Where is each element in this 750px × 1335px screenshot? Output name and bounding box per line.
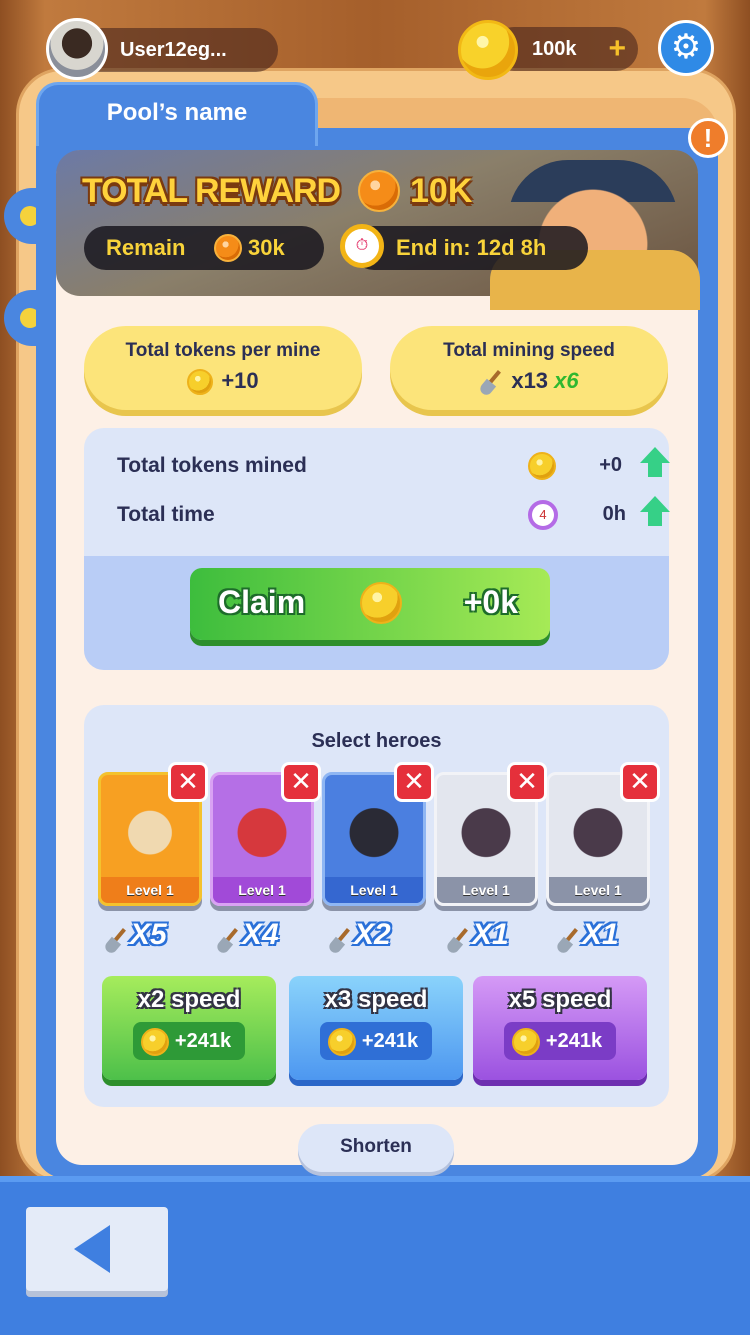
hero-multiplier: X1 [556, 918, 619, 953]
shovel-icon [328, 927, 354, 953]
tokens-mined-value: +0 [599, 454, 622, 476]
hero-level: Level 1 [437, 877, 535, 903]
claim-value: +0k [463, 584, 518, 620]
multiplier-value: X1 [472, 918, 509, 951]
claim-label: Claim [218, 584, 306, 620]
multiplier-value: X2 [354, 918, 391, 951]
shovel-icon [216, 927, 242, 953]
boost-label: x2 speed [137, 986, 241, 1013]
back-button[interactable] [26, 1207, 168, 1291]
multiplier-value: X5 [130, 918, 167, 951]
tokens-per-mine-label: Total tokens per mine [125, 340, 321, 361]
remove-hero-button[interactable]: ✕ [507, 762, 547, 802]
boost-x3-button[interactable]: x3 speed +241k [289, 976, 463, 1080]
hero-multiplier: X1 [446, 918, 509, 953]
shovel-icon [556, 927, 582, 953]
remove-hero-button[interactable]: ✕ [394, 762, 434, 802]
hero-multiplier: X4 [216, 918, 279, 953]
total-reward-value: 10K [410, 172, 473, 210]
shovel-icon [479, 369, 505, 395]
gold-coin-icon [187, 369, 214, 396]
hero-level: Level 1 [325, 877, 423, 903]
total-time-value: 0h [602, 503, 626, 525]
gold-coin-icon [360, 582, 402, 624]
orange-coin-icon [358, 170, 400, 212]
end-time-label: End in: 12d 8h [396, 235, 547, 260]
remain-label: Remain [106, 235, 186, 260]
arrow-up-icon [640, 496, 670, 526]
back-arrow-icon [74, 1225, 110, 1273]
tokens-per-mine-value: +10 [221, 368, 259, 393]
boost-x2-button[interactable]: x2 speed +241k [102, 976, 276, 1080]
add-coins-button[interactable]: + [608, 27, 626, 71]
balance-amount: 100k [532, 38, 577, 60]
pool-name-tab[interactable]: Pool’s name [36, 82, 318, 146]
tokens-mined-label: Total tokens mined [117, 454, 307, 477]
gold-coin-icon [511, 1027, 540, 1056]
tokens-per-mine-card: Total tokens per mine +10 [84, 326, 362, 410]
gold-coin-icon [327, 1027, 356, 1056]
boost-label: x3 speed [324, 986, 428, 1013]
gear-icon: ⚙ [670, 28, 702, 66]
total-reward-title: TOTAL REWARD [82, 172, 341, 210]
hero-multiplier: X2 [328, 918, 391, 953]
hero-level: Level 1 [101, 877, 199, 903]
shorten-button[interactable]: Shorten [298, 1124, 454, 1172]
avatar[interactable] [46, 18, 108, 80]
remove-hero-button[interactable]: ✕ [620, 762, 660, 802]
mining-speed-value: x13 [511, 368, 549, 393]
total-time-label: Total time [117, 503, 215, 526]
multiplier-value: X1 [582, 918, 619, 951]
hero-level: Level 1 [213, 877, 311, 903]
shovel-icon [446, 927, 472, 953]
claim-button[interactable]: Claim +0k [190, 568, 550, 640]
boost-cost: +241k [545, 1030, 603, 1052]
boost-label: x5 speed [508, 986, 612, 1013]
remove-hero-button[interactable]: ✕ [168, 762, 208, 802]
end-time-pill: End in: 12d 8h [352, 226, 588, 270]
hero-level: Level 1 [549, 877, 647, 903]
shovel-icon [104, 927, 130, 953]
orange-coin-icon [214, 234, 242, 262]
multiplier-value: X4 [242, 918, 279, 951]
settings-button[interactable]: ⚙ [658, 20, 714, 76]
boost-cost: +241k [361, 1030, 419, 1052]
remain-value: 30k [248, 235, 285, 260]
mining-speed-card: Total mining speed x13 x6 [390, 326, 668, 410]
warning-icon[interactable]: ! [688, 118, 728, 158]
remove-hero-button[interactable]: ✕ [281, 762, 321, 802]
remain-pill: Remain [84, 226, 324, 270]
mining-speed-label: Total mining speed [443, 340, 615, 361]
coin-icon [458, 20, 518, 80]
boost-cost: +241k [174, 1030, 232, 1052]
alarm-clock-icon: ⏱ [340, 224, 384, 268]
arrow-up-icon [640, 447, 670, 477]
stopwatch-icon: 4 [528, 500, 558, 530]
gold-coin-icon [528, 452, 556, 480]
heroes-title: Select heroes [311, 730, 442, 752]
gold-coin-icon [140, 1027, 169, 1056]
mining-speed-bonus: x6 [554, 368, 579, 393]
hero-multiplier: X5 [104, 918, 167, 953]
boost-x5-button[interactable]: x5 speed +241k [473, 976, 647, 1080]
